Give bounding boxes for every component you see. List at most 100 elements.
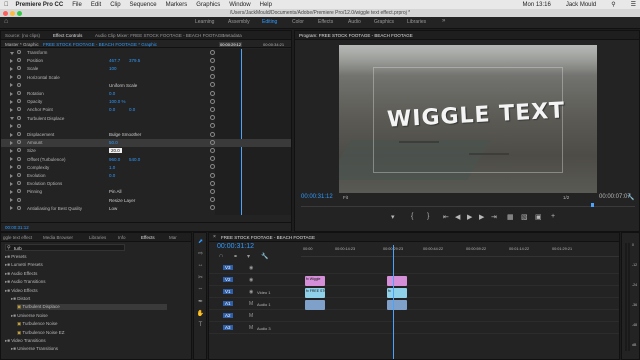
extract-icon[interactable]: ▧: [521, 213, 528, 221]
mute-track-icon[interactable]: M: [249, 325, 253, 331]
effects-list-item[interactable]: ▸■ Video Transitions: [5, 338, 46, 344]
workspace-assembly[interactable]: Assembly: [228, 19, 250, 25]
lift-icon[interactable]: ▦: [507, 213, 514, 221]
menu-edit[interactable]: Edit: [91, 2, 101, 8]
effects-list-item[interactable]: ▸■ Audio Effects: [5, 271, 37, 277]
timeline-clip[interactable]: fx Wiggle: [305, 276, 325, 286]
disclosure-triangle-icon[interactable]: [10, 58, 13, 63]
user-name[interactable]: Jack Mould: [566, 2, 596, 8]
stopwatch-icon[interactable]: [17, 91, 21, 95]
property-row[interactable]: Rotation 0.0: [1, 90, 291, 98]
reset-icon[interactable]: [210, 205, 215, 211]
stopwatch-icon[interactable]: [17, 82, 21, 87]
disclosure-triangle-icon[interactable]: [10, 181, 13, 186]
property-row[interactable]: Evolution Options: [1, 180, 291, 188]
tab-metadata[interactable]: Metadata: [223, 33, 242, 38]
reset-icon[interactable]: [210, 98, 215, 104]
apple-icon[interactable]: : [4, 2, 9, 8]
track-name[interactable]: V2: [223, 277, 233, 282]
property-value[interactable]: 467.7: [109, 58, 120, 63]
track-name[interactable]: A3: [223, 325, 233, 330]
tab-source[interactable]: Source: (no clips): [5, 33, 40, 38]
clip-name-label[interactable]: FREE STOCK FOOTAGE - BEACH FOOTAGE * Gra…: [43, 42, 157, 47]
step-back-icon[interactable]: ◀: [455, 213, 460, 221]
property-value[interactable]: Resize Layer: [109, 198, 135, 203]
reset-icon[interactable]: [210, 74, 215, 80]
program-timecode[interactable]: 00:00:31:12: [301, 194, 333, 200]
reset-icon[interactable]: [210, 197, 215, 203]
reset-icon[interactable]: [210, 106, 215, 112]
toggle-track-output-icon[interactable]: ◉: [249, 265, 253, 271]
menu-markers[interactable]: Markers: [166, 2, 188, 8]
stopwatch-icon[interactable]: [17, 115, 21, 120]
effects-search[interactable]: ⚲ turb: [5, 244, 125, 251]
menu-help[interactable]: Help: [260, 2, 272, 8]
property-value[interactable]: Bulge Smoother: [109, 132, 141, 137]
property-row[interactable]: Size 20.0: [1, 147, 291, 155]
audio-clip[interactable]: [387, 300, 407, 310]
mark-in-icon[interactable]: ▾: [391, 213, 395, 221]
property-value[interactable]: 0.0: [109, 173, 115, 178]
disclosure-triangle-icon[interactable]: [10, 107, 13, 112]
slip-tool-icon[interactable]: ⇔: [196, 286, 205, 295]
reset-icon[interactable]: [210, 123, 215, 129]
tab-media-browser[interactable]: Media Browser: [43, 235, 73, 240]
property-row[interactable]: Uniform Scale: [1, 82, 291, 90]
reset-icon[interactable]: [210, 139, 215, 145]
ripple-edit-tool-icon[interactable]: ↔: [196, 262, 205, 271]
disclosure-triangle-icon[interactable]: [10, 140, 13, 145]
reset-icon[interactable]: [210, 164, 215, 170]
property-row[interactable]: Pinning Pin All: [1, 188, 291, 196]
workspace-learning[interactable]: Learning: [195, 19, 214, 25]
timeline-clip[interactable]: [387, 276, 407, 286]
disclosure-triangle-icon[interactable]: [10, 75, 13, 80]
disclosure-triangle-icon[interactable]: [10, 189, 13, 194]
stopwatch-icon[interactable]: [17, 164, 21, 169]
timeline-playhead[interactable]: [393, 245, 394, 359]
quality-dropdown[interactable]: 1/2: [563, 195, 569, 200]
pen-tool-icon[interactable]: ✒: [196, 298, 205, 307]
close-sequence-icon[interactable]: ×: [213, 234, 216, 240]
audio-clip[interactable]: [305, 300, 325, 310]
toggle-track-output-icon[interactable]: ◉: [249, 289, 253, 295]
property-value[interactable]: 100: [109, 66, 117, 71]
effects-list-item[interactable]: ▣ Turbulence Noise EZ: [17, 330, 65, 336]
search-input[interactable]: turb: [14, 246, 22, 251]
timeline-track[interactable]: V2 ◉ fx Wiggle: [209, 275, 619, 286]
disclosure-triangle-icon[interactable]: [10, 165, 13, 170]
snap-icon[interactable]: ∩: [219, 253, 223, 259]
menu-window[interactable]: Window: [229, 2, 250, 8]
reset-icon[interactable]: [210, 188, 215, 194]
disclosure-triangle-icon[interactable]: [10, 66, 13, 71]
master-clip-label[interactable]: Master * Graphic: [5, 42, 39, 47]
property-value[interactable]: 0.0: [109, 107, 115, 112]
timeline-clip[interactable]: fx FREE STOCK FOOTAGE: [305, 288, 325, 298]
timeline-ruler[interactable]: 00:00 00:00:14:23 00:00:29:23 00:00:44:2…: [301, 245, 619, 257]
home-icon[interactable]: ⌂: [4, 18, 8, 25]
property-value[interactable]: Pin All: [109, 189, 122, 194]
disclosure-triangle-icon[interactable]: [10, 198, 13, 203]
reset-icon[interactable]: [210, 65, 215, 71]
mark-out-icon[interactable]: {: [411, 213, 413, 220]
stopwatch-icon[interactable]: [17, 58, 21, 63]
property-row[interactable]: Complexity 1.0: [1, 164, 291, 172]
tab-effects[interactable]: Effects: [141, 235, 155, 240]
more-workspaces-icon[interactable]: »: [442, 18, 445, 24]
track-name[interactable]: A1: [223, 301, 233, 306]
stopwatch-icon[interactable]: [17, 189, 21, 194]
track-name[interactable]: A2: [223, 313, 233, 318]
video-frame[interactable]: WIGGLE TEXT: [339, 45, 597, 193]
disclosure-triangle-icon[interactable]: [10, 132, 13, 137]
track-select-tool-icon[interactable]: ⇨: [196, 250, 205, 259]
disclosure-triangle-icon[interactable]: [10, 83, 13, 88]
type-tool-icon[interactable]: T: [196, 322, 205, 331]
workspace-color[interactable]: Color: [292, 19, 304, 25]
workspace-editing[interactable]: Editing: [262, 19, 277, 25]
selection-tool-icon[interactable]: ⬈: [196, 238, 205, 247]
tab-project[interactable]: ggle text effect: [3, 235, 32, 240]
property-row[interactable]: Horizontal Scale: [1, 74, 291, 82]
timeline-track[interactable]: A1 Audio 1 M: [209, 299, 619, 310]
reset-icon[interactable]: [210, 147, 215, 153]
property-row[interactable]: Anchor Point 0.0 0.0: [1, 106, 291, 114]
reset-icon[interactable]: [210, 156, 215, 162]
